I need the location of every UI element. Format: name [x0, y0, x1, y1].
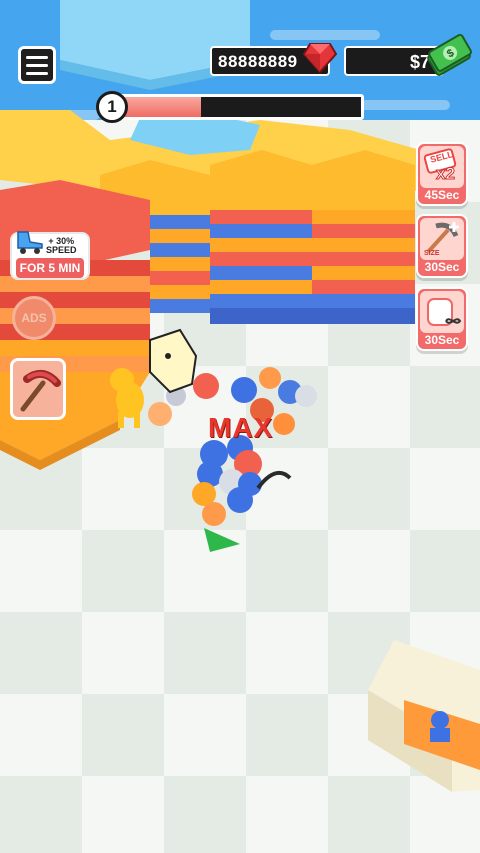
- ads-label: ADS: [21, 311, 47, 325]
- pickaxe-plus-icon: SIZE: [420, 218, 464, 260]
- roller-skate-icon: [17, 231, 43, 254]
- capacity-boost-timer: 30Sec: [424, 333, 460, 347]
- size-boost-button[interactable]: SIZE 30Sec: [416, 214, 468, 278]
- menu-line: [26, 71, 48, 75]
- money-stack-icon: $: [427, 34, 472, 76]
- pickaxe-icon: [20, 369, 61, 412]
- gem-count: 88888889: [218, 52, 298, 71]
- game-world[interactable]: MAX: [0, 0, 480, 853]
- no-ads-button[interactable]: ADS: [12, 296, 56, 340]
- level-badge: 1: [96, 91, 128, 123]
- capacity-boost-button[interactable]: 30Sec: [416, 287, 468, 351]
- sell-x2-boost-button[interactable]: SELL x2 45Sec: [416, 142, 468, 206]
- max-capacity-label: MAX: [208, 412, 274, 443]
- sell-multiplier: x2: [436, 164, 456, 184]
- speed-offer-text: + 30% SPEED: [46, 237, 77, 255]
- speed-offer-speed: SPEED: [46, 245, 77, 255]
- speed-offer-button[interactable]: + 30% SPEED FOR 5 MIN: [10, 231, 90, 280]
- backpack-infinity-icon: [420, 291, 464, 333]
- level-progress-bar: [108, 94, 364, 120]
- sell-boost-timer: 45Sec: [424, 188, 460, 202]
- speed-offer-cta: FOR 5 MIN: [16, 258, 84, 278]
- ruby-gem-icon: [302, 43, 338, 74]
- menu-line: [26, 63, 48, 67]
- menu-line: [26, 55, 48, 59]
- size-label: SIZE: [424, 250, 440, 257]
- sell-x2-icon: SELL x2: [420, 146, 464, 188]
- menu-button[interactable]: [18, 46, 56, 84]
- size-boost-timer: 30Sec: [424, 260, 460, 274]
- pickaxe-upgrade-button[interactable]: [10, 358, 66, 420]
